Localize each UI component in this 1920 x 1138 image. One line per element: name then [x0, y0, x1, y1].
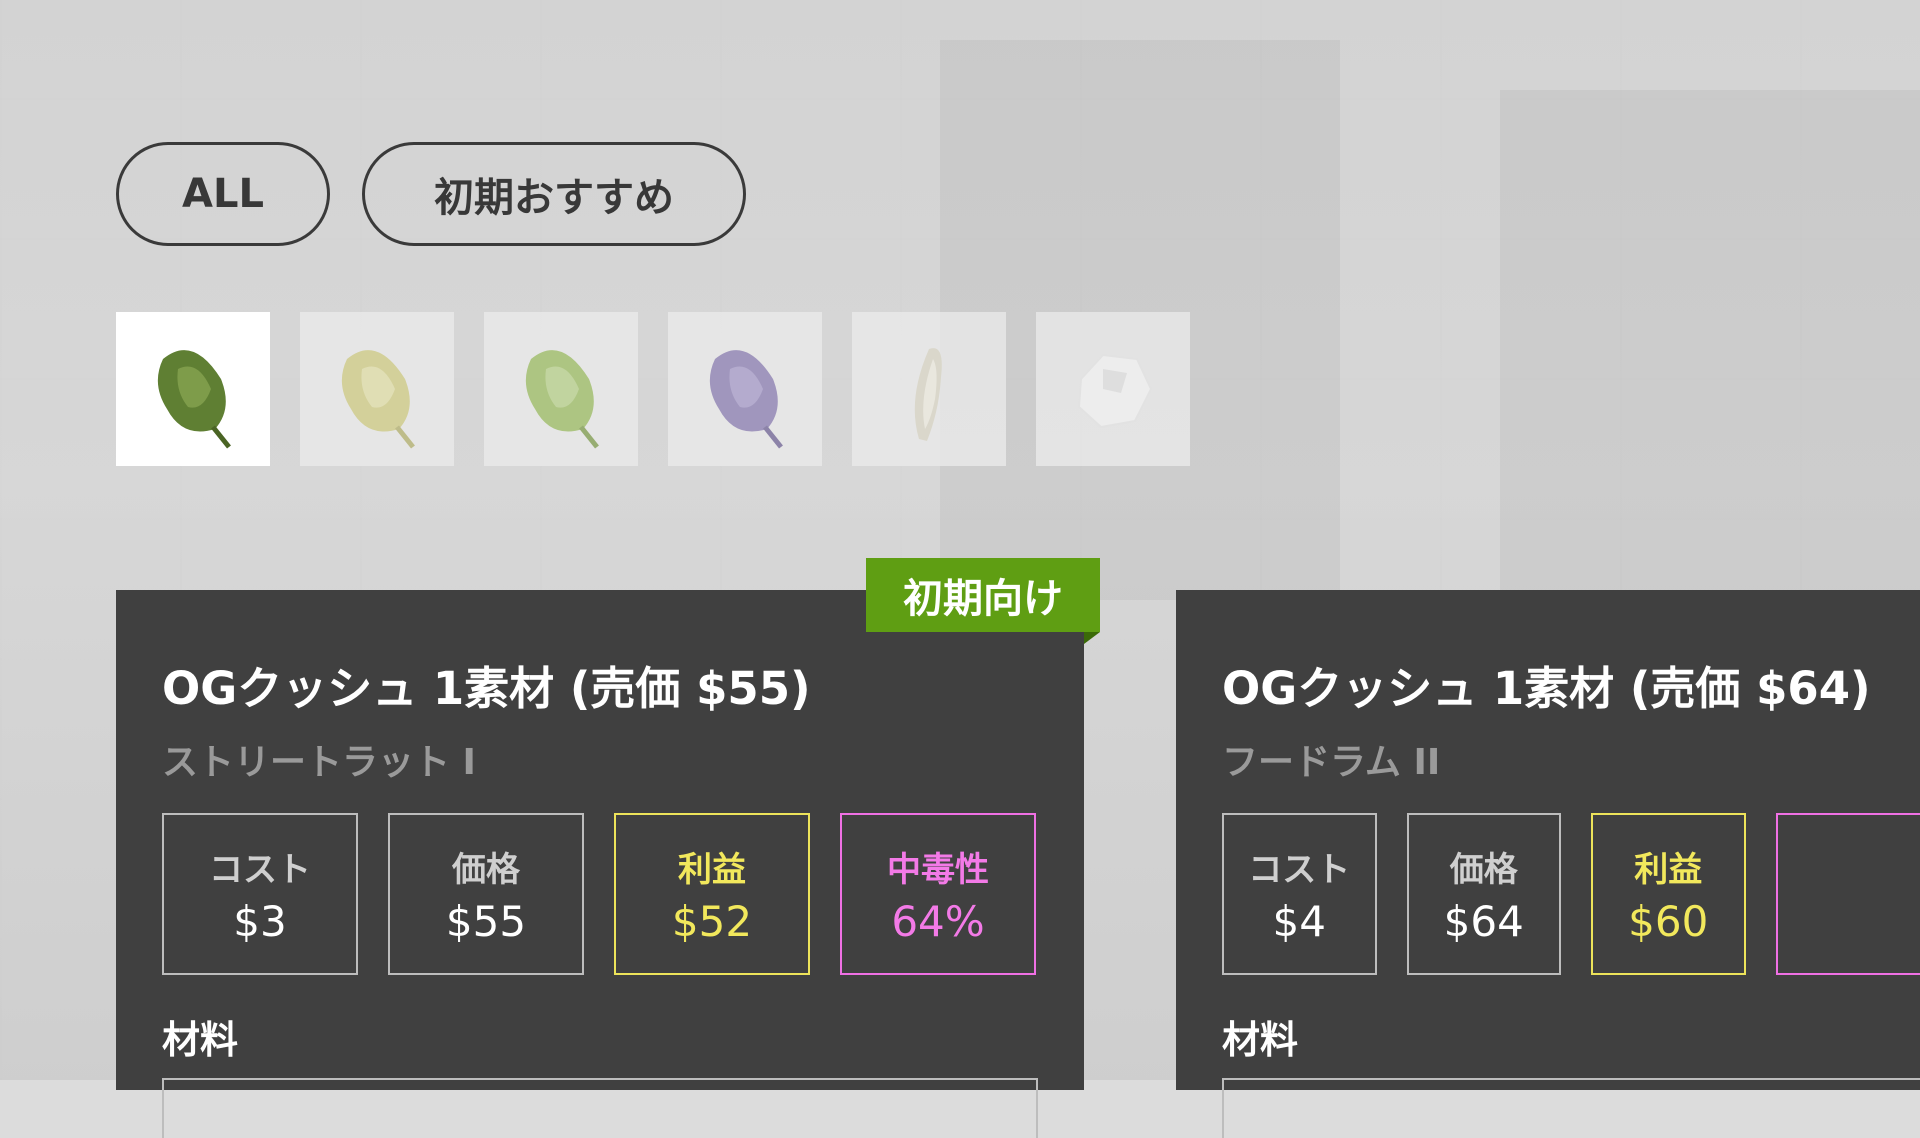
- materials-list: [162, 1078, 1038, 1138]
- recipe-card[interactable]: OGクッシュ 1素材 (売価 $55) ストリートラット I コスト $3 価格…: [116, 590, 1084, 1090]
- recipe-stats: コスト $4 価格 $64 利益 $60: [1222, 813, 1920, 975]
- filter-recommended-button[interactable]: 初期おすすめ: [362, 142, 746, 246]
- purple-bud-icon: [685, 329, 805, 449]
- recipe-subtitle: フードラム II: [1222, 733, 1920, 785]
- cost-stat: コスト $4: [1222, 813, 1377, 975]
- price-value: $64: [1444, 897, 1524, 946]
- strain-crystal-button[interactable]: [1036, 312, 1190, 466]
- green-bud-icon: [133, 329, 253, 449]
- profit-label: 利益: [678, 842, 746, 891]
- profit-value: $52: [672, 897, 752, 946]
- price-stat: 価格 $64: [1407, 813, 1562, 975]
- price-stat: 価格 $55: [388, 813, 584, 975]
- strain-lime-button[interactable]: [484, 312, 638, 466]
- materials-list: [1222, 1078, 1920, 1138]
- background-building: [1500, 90, 1920, 590]
- strain-purple-button[interactable]: [668, 312, 822, 466]
- filter-all-button[interactable]: ALL: [116, 142, 330, 246]
- price-value: $55: [446, 897, 526, 946]
- profit-stat: 利益 $60: [1591, 813, 1746, 975]
- price-label: 価格: [452, 842, 520, 891]
- recipe-subtitle: ストリートラット I: [162, 733, 1038, 785]
- beginner-badge: 初期向け: [866, 558, 1100, 632]
- cost-value: $4: [1273, 897, 1326, 946]
- addiction-value: 64%: [891, 897, 984, 946]
- strain-green-button[interactable]: [116, 312, 270, 466]
- profit-stat: 利益 $52: [614, 813, 810, 975]
- cost-value: $3: [233, 897, 286, 946]
- recipe-card[interactable]: OGクッシュ 1素材 (売価 $64) フードラム II コスト $4 価格 $…: [1176, 590, 1920, 1090]
- price-label: 価格: [1450, 842, 1518, 891]
- profit-value: $60: [1628, 897, 1708, 946]
- strain-selector: [116, 312, 1190, 466]
- white-crystal-icon: [869, 329, 989, 449]
- badge-fold: [1084, 632, 1100, 644]
- addiction-label: 中毒性: [887, 842, 989, 891]
- crystal-rock-icon: [1053, 329, 1173, 449]
- recipe-stats: コスト $3 価格 $55 利益 $52 中毒性 64%: [162, 813, 1038, 975]
- recipe-title: OGクッシュ 1素材 (売価 $55): [162, 652, 1038, 717]
- addiction-stat: 中毒性 64%: [840, 813, 1036, 975]
- profit-label: 利益: [1634, 842, 1702, 891]
- yellow-bud-icon: [317, 329, 437, 449]
- cost-label: コスト: [209, 842, 311, 891]
- recipe-title: OGクッシュ 1素材 (売価 $64): [1222, 652, 1920, 717]
- cost-stat: コスト $3: [162, 813, 358, 975]
- strain-yellow-button[interactable]: [300, 312, 454, 466]
- strain-white-button[interactable]: [852, 312, 1006, 466]
- lime-bud-icon: [501, 329, 621, 449]
- cost-label: コスト: [1248, 842, 1350, 891]
- filter-bar: ALL 初期おすすめ: [116, 142, 746, 246]
- materials-label: 材料: [162, 1009, 1038, 1064]
- addiction-stat: [1776, 813, 1920, 975]
- materials-label: 材料: [1222, 1009, 1920, 1064]
